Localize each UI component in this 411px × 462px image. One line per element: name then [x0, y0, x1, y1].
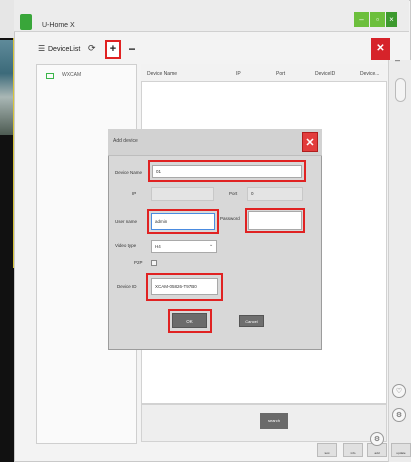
app-logo-icon: [20, 14, 32, 30]
side-control-strip: [388, 60, 411, 462]
panel-close-button[interactable]: ✕: [371, 38, 390, 60]
video-type-label: Video type: [115, 243, 137, 248]
column-header-device-type[interactable]: Device...: [360, 71, 379, 77]
column-header-ip[interactable]: IP: [236, 71, 241, 77]
bottom-tab-test[interactable]: test: [317, 443, 337, 457]
user-name-field[interactable]: admin: [151, 213, 215, 230]
device-list-label: DeviceList: [48, 46, 81, 53]
dialog-title: Add device: [113, 138, 138, 144]
bottom-tab-update[interactable]: update: [391, 443, 411, 457]
ok-button[interactable]: OK: [172, 313, 207, 328]
ip-field[interactable]: [151, 187, 214, 201]
cancel-button[interactable]: Cancel: [239, 315, 264, 327]
ptz-control-knob[interactable]: [395, 78, 406, 102]
port-field[interactable]: 0: [247, 187, 303, 201]
settings-icon[interactable]: ⚙: [392, 408, 406, 422]
p2p-label: P2P: [134, 260, 143, 265]
user-name-label: User name: [115, 219, 138, 224]
column-header-port[interactable]: Port: [276, 71, 285, 77]
column-header-device-name[interactable]: Device Name: [147, 71, 177, 77]
device-name-label: Device Name: [115, 170, 143, 175]
password-field[interactable]: [248, 211, 302, 230]
dialog-close-button[interactable]: ✕: [302, 132, 318, 152]
refresh-icon[interactable]: ⟳: [88, 43, 96, 54]
device-id-label: Device ID: [117, 284, 137, 289]
add-device-button[interactable]: +: [105, 40, 121, 59]
gear-icon[interactable]: ⚙: [370, 432, 384, 446]
password-label: Password: [220, 216, 240, 221]
search-button[interactable]: search: [260, 413, 288, 429]
device-id-field[interactable]: XCAM-05826-T97B0: [151, 278, 218, 295]
port-label: Port: [229, 191, 238, 196]
panel-minimize-button[interactable]: –: [395, 55, 400, 65]
remove-device-button[interactable]: −: [126, 41, 138, 57]
p2p-checkbox[interactable]: [151, 260, 157, 266]
heart-icon[interactable]: ♡: [392, 384, 406, 398]
device-name-field[interactable]: 01: [152, 165, 302, 178]
dialog-header: [108, 129, 322, 156]
list-icon: ☰: [38, 44, 46, 53]
table-header: [141, 64, 387, 82]
camera-icon: [46, 73, 54, 79]
video-type-select[interactable]: H4: [151, 240, 217, 253]
window-title: U-Home X: [42, 22, 75, 29]
bottom-tab-info[interactable]: info: [343, 443, 363, 457]
maximize-button[interactable]: ▫: [370, 12, 385, 27]
tree-item-label: WXCAM: [62, 72, 82, 78]
ip-label: IP: [132, 191, 137, 196]
column-header-device-id[interactable]: DeviceID: [315, 71, 335, 77]
minimize-button[interactable]: –: [354, 12, 369, 27]
video-thumbnail: [0, 40, 14, 135]
window-close-button[interactable]: ×: [386, 12, 397, 27]
chevron-down-icon: ⌄: [209, 242, 214, 248]
